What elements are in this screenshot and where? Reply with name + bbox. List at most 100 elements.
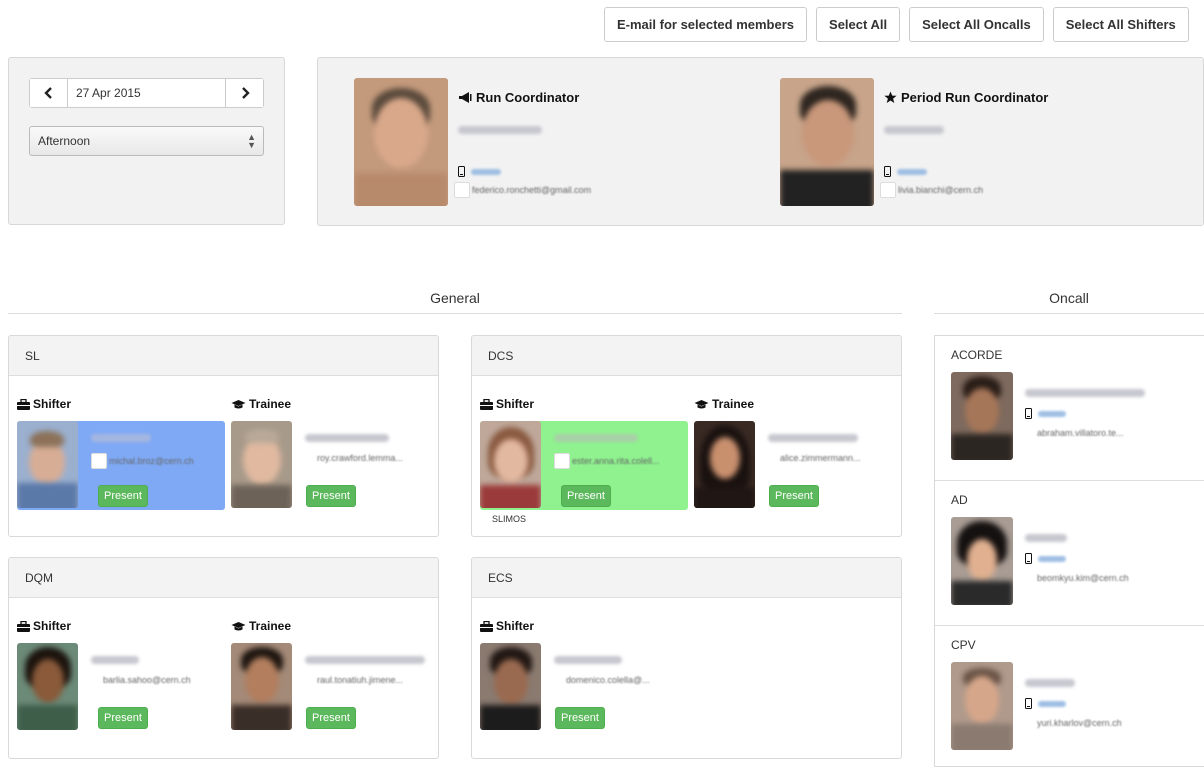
oncall-name	[1025, 531, 1067, 545]
phone-line[interactable]	[458, 166, 501, 177]
briefcase-icon	[17, 398, 30, 410]
sl-trainee-person[interactable]: roy.crawford.lemma... Present	[231, 421, 431, 510]
oncall-label: AD	[951, 493, 968, 507]
email-line: roy.crawford.lemma...	[305, 453, 437, 463]
avatar	[354, 78, 448, 206]
shifter-label: Shifter	[17, 396, 225, 412]
trainee-label: Trainee	[231, 618, 431, 634]
email-line: federico.ronchetti@gmail.com	[454, 182, 694, 198]
period-run-coordinator: Period Run Coordinator livia.bianchi@cer…	[780, 78, 1120, 206]
dcs-card-title: DCS	[472, 336, 901, 376]
phone-icon	[1025, 408, 1032, 419]
select-all-button[interactable]: Select All	[816, 7, 901, 42]
dqm-shifter-person[interactable]: barlia.sahoo@cern.ch Present	[17, 643, 225, 732]
oncall-label: CPV	[951, 638, 976, 652]
coordinator-email[interactable]: federico.ronchetti@gmail.com	[472, 185, 591, 195]
email-line: beomkyu.kim@cern.ch	[1025, 573, 1195, 583]
briefcase-icon	[480, 620, 493, 632]
coordinator-name	[884, 123, 944, 137]
dcs-shifter-person[interactable]: ester.anna.rita.colell... Present	[480, 421, 688, 510]
coordinator-email[interactable]: livia.bianchi@cern.ch	[898, 185, 983, 195]
megaphone-icon	[459, 92, 472, 103]
chevron-right-icon	[241, 87, 250, 99]
trainee-label: Trainee	[231, 396, 431, 412]
avatar	[231, 421, 292, 508]
sl-shifter-person[interactable]: michal.broz@cern.ch Present	[17, 421, 225, 510]
date-panel: 27 Apr 2015 Afternoon ▲ ▼	[8, 57, 285, 225]
avatar	[951, 372, 1013, 460]
avatar	[231, 643, 292, 730]
person-info: barlia.sahoo@cern.ch	[91, 653, 223, 685]
dcs-trainee-slot: Trainee alice.zimmermann... Present	[694, 396, 894, 508]
dcs-trainee-person[interactable]: alice.zimmermann... Present	[694, 421, 894, 510]
shift-select[interactable]: Afternoon ▲ ▼	[29, 126, 264, 156]
avatar	[780, 78, 874, 206]
phone-line[interactable]	[1025, 408, 1066, 419]
oncall-email[interactable]: abraham.villatoro.te...	[1037, 428, 1124, 438]
phone-line[interactable]	[884, 166, 927, 177]
present-badge[interactable]: Present	[769, 485, 819, 507]
oncall-name	[1025, 386, 1145, 400]
select-checkbox[interactable]	[91, 453, 107, 469]
present-badge[interactable]: Present	[306, 707, 356, 729]
oncall-email[interactable]: yuri.kharlov@cern.ch	[1037, 718, 1122, 728]
avatar	[17, 643, 78, 730]
select-checkbox[interactable]	[554, 453, 570, 469]
phone-line[interactable]	[1025, 553, 1066, 564]
star-icon	[884, 91, 897, 103]
present-badge[interactable]: Present	[555, 707, 605, 729]
oncall-name	[1025, 676, 1075, 690]
briefcase-icon	[480, 398, 493, 410]
person-email[interactable]: domenico.colella@...	[566, 675, 650, 685]
previous-day-button[interactable]	[30, 79, 68, 107]
person-email[interactable]: roy.crawford.lemma...	[317, 453, 403, 463]
dqm-card-title: DQM	[9, 558, 438, 598]
person-info: roy.crawford.lemma...	[305, 431, 437, 463]
email-line: alice.zimmermann...	[768, 453, 900, 463]
dcs-shifter-slot: Shifter ester.anna.rita.colell... Presen…	[480, 396, 688, 524]
chevron-left-icon	[43, 87, 52, 99]
person-email[interactable]: barlia.sahoo@cern.ch	[103, 675, 191, 685]
person-email[interactable]: ester.anna.rita.colell...	[572, 456, 660, 466]
avatar	[480, 643, 541, 730]
select-all-oncalls-button[interactable]: Select All Oncalls	[909, 7, 1044, 42]
person-email[interactable]: michal.broz@cern.ch	[109, 456, 194, 466]
phone-icon	[884, 166, 891, 177]
ecs-shifter-person[interactable]: domenico.colella@... Present	[480, 643, 688, 732]
role-sublabel: SLIMOS	[492, 514, 527, 524]
dqm-trainee-slot: Trainee raul.tonatiuh.jimene... Present	[231, 618, 431, 730]
email-line: raul.tonatiuh.jimene...	[305, 675, 437, 685]
person-info: raul.tonatiuh.jimene...	[305, 653, 437, 685]
sl-card: SL Shifter michal.broz@cern.ch Present T…	[8, 335, 439, 537]
select-checkbox[interactable]	[454, 182, 470, 198]
shifter-label: Shifter	[480, 396, 688, 412]
oncall-ad: AD beomkyu.kim@cern.ch	[935, 480, 1204, 625]
avatar	[951, 517, 1013, 605]
avatar	[694, 421, 755, 508]
graduation-cap-icon	[231, 621, 246, 630]
email-line: abraham.villatoro.te...	[1025, 428, 1195, 438]
person-email[interactable]: alice.zimmermann...	[780, 453, 861, 463]
phone-line[interactable]	[1025, 698, 1066, 709]
present-badge[interactable]: Present	[98, 485, 148, 507]
select-checkbox[interactable]	[880, 182, 896, 198]
dqm-trainee-person[interactable]: raul.tonatiuh.jimene... Present	[231, 643, 431, 732]
next-day-button[interactable]	[225, 79, 263, 107]
avatar	[480, 421, 541, 508]
date-field[interactable]: 27 Apr 2015	[68, 79, 225, 107]
avatar	[17, 421, 78, 508]
sl-trainee-slot: Trainee roy.crawford.lemma... Present	[231, 396, 431, 508]
email-line: yuri.kharlov@cern.ch	[1025, 718, 1195, 728]
dqm-shifter-slot: Shifter barlia.sahoo@cern.ch Present	[17, 618, 225, 730]
period-run-coordinator-role: Period Run Coordinator	[901, 90, 1049, 105]
present-badge[interactable]: Present	[561, 485, 611, 507]
shifter-label: Shifter	[17, 618, 225, 634]
select-all-shifters-button[interactable]: Select All Shifters	[1052, 7, 1189, 42]
shifter-label: Shifter	[480, 618, 688, 634]
present-badge[interactable]: Present	[98, 707, 148, 729]
email-selected-button[interactable]: E-mail for selected members	[604, 7, 808, 42]
present-badge[interactable]: Present	[306, 485, 356, 507]
period-run-coordinator-title: Period Run Coordinator	[884, 90, 1048, 105]
oncall-email[interactable]: beomkyu.kim@cern.ch	[1037, 573, 1129, 583]
person-email[interactable]: raul.tonatiuh.jimene...	[317, 675, 403, 685]
